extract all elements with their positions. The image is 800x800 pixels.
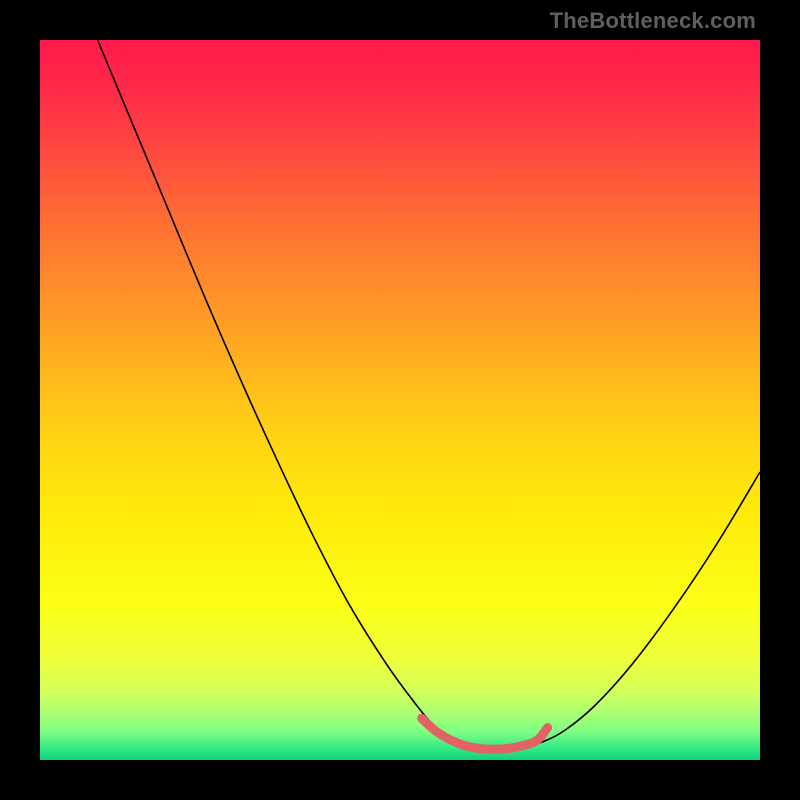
- plot-area: [40, 40, 760, 760]
- gradient-background: [40, 40, 760, 760]
- chart-svg: [40, 40, 760, 760]
- chart-frame: TheBottleneck.com: [0, 0, 800, 800]
- watermark-text: TheBottleneck.com: [550, 8, 756, 34]
